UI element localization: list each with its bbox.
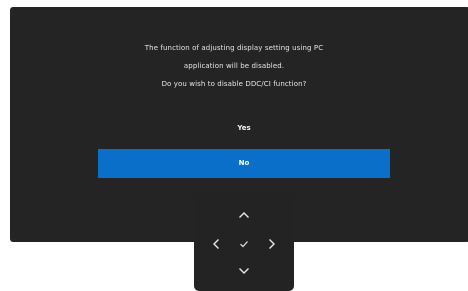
dialog-message-line-3: Do you wish to disable DDC/CI function? [161, 80, 307, 88]
chevron-up-icon[interactable] [236, 207, 252, 223]
chevron-right-icon[interactable] [264, 236, 280, 252]
monitor-osd-screen: The function of adjusting display settin… [0, 0, 468, 291]
chevron-left-icon[interactable] [208, 236, 224, 252]
yes-option-button[interactable]: Yes [98, 118, 390, 138]
dialog-message-line-2: application will be disabled. [183, 62, 285, 70]
no-option-button[interactable]: No [98, 149, 390, 178]
checkmark-icon[interactable] [236, 236, 252, 252]
chevron-down-icon[interactable] [236, 263, 252, 279]
joystick-control-pad [194, 194, 294, 291]
dialog-message-line-1: The function of adjusting display settin… [144, 44, 324, 52]
